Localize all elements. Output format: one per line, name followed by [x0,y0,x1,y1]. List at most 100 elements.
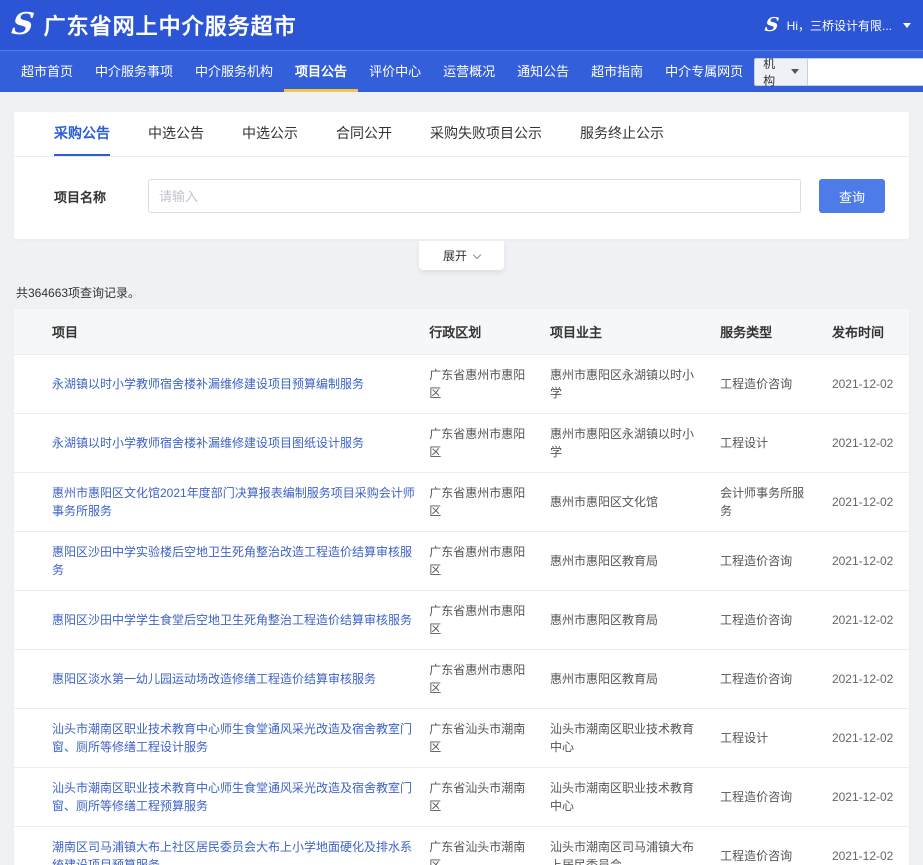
date-cell: 2021-12-02 [824,355,909,414]
nav-item[interactable]: 超市指南 [580,51,654,92]
expand-label: 展开 [443,247,467,264]
service-cell: 工程造价咨询 [712,591,824,650]
column-header: 服务类型 [712,309,824,355]
owner-cell: 汕头市潮南区司马浦镇大布上居民委员会 [542,827,712,865]
project-link[interactable]: 永湖镇以时小学教师宿舍楼补漏维修建设项目预算编制服务 [52,377,364,391]
project-link[interactable]: 惠阳区沙田中学学生食堂后空地卫生死角整治工程造价结算审核服务 [52,613,412,627]
column-header: 项目业主 [542,309,712,355]
nav-search-group: 机构 [754,51,923,92]
date-cell: 2021-12-02 [824,768,909,827]
main-nav: 超市首页中介服务事项中介服务机构项目公告评价中心运营概况通知公告超市指南中介专属… [0,50,923,92]
column-header: 发布时间 [824,309,909,355]
region-cell: 广东省惠州市惠阳区 [421,650,542,709]
chevron-down-icon [903,23,911,28]
region-cell: 广东省惠州市惠阳区 [421,473,542,532]
region-cell: 广东省汕头市潮南区 [421,768,542,827]
results-table-card: 项目行政区划项目业主服务类型发布时间 永湖镇以时小学教师宿舍楼补漏维修建设项目预… [14,309,909,865]
date-cell: 2021-12-02 [824,709,909,768]
table-row: 汕头市潮南区职业技术教育中心师生食堂通风采光改造及宿舍教室门窗、厕所等修缮工程设… [14,709,909,768]
table-row: 潮南区司马浦镇大布上社区居民委员会大布上小学地面硬化及排水系统建设项目预算服务广… [14,827,909,865]
project-cell: 惠阳区沙田中学学生食堂后空地卫生死角整治工程造价结算审核服务 [14,591,421,650]
service-cell: 工程造价咨询 [712,827,824,865]
owner-cell: 惠州市惠阳区教育局 [542,650,712,709]
tab[interactable]: 合同公开 [336,112,392,156]
user-logo-icon: S [764,16,780,35]
owner-cell: 汕头市潮南区职业技术教育中心 [542,768,712,827]
table-header-row: 项目行政区划项目业主服务类型发布时间 [14,309,909,355]
filter-card: 采购公告中选公告中选公示合同公开采购失败项目公示服务终止公示 项目名称 查询 [14,112,909,239]
table-row: 汕头市潮南区职业技术教育中心师生食堂通风采光改造及宿舍教室门窗、厕所等修缮工程预… [14,768,909,827]
owner-cell: 汕头市潮南区职业技术教育中心 [542,709,712,768]
tab[interactable]: 采购失败项目公示 [430,112,542,156]
table-row: 永湖镇以时小学教师宿舍楼补漏维修建设项目预算编制服务广东省惠州市惠阳区惠州市惠阳… [14,355,909,414]
search-category-value: 机构 [763,55,780,89]
owner-cell: 惠州市惠阳区教育局 [542,532,712,591]
project-link[interactable]: 惠阳区沙田中学实验楼后空地卫生死角整治改造工程造价结算审核服务 [52,545,412,577]
project-name-label: 项目名称 [54,187,148,206]
date-cell: 2021-12-02 [824,473,909,532]
nav-search-input[interactable] [808,58,923,86]
content: 采购公告中选公告中选公示合同公开采购失败项目公示服务终止公示 项目名称 查询 展… [0,112,923,865]
date-cell: 2021-12-02 [824,591,909,650]
nav-item[interactable]: 中介服务事项 [84,51,184,92]
nav-item[interactable]: 中介专属网页 [654,51,754,92]
tab[interactable]: 服务终止公示 [580,112,664,156]
query-button[interactable]: 查询 [819,179,885,213]
owner-cell: 惠州市惠阳区永湖镇以时小学 [542,355,712,414]
region-cell: 广东省汕头市潮南区 [421,709,542,768]
service-cell: 工程造价咨询 [712,768,824,827]
owner-cell: 惠州市惠阳区教育局 [542,591,712,650]
nav-item[interactable]: 超市首页 [10,51,84,92]
project-cell: 惠州市惠阳区文化馆2021年度部门决算报表编制服务项目采购会计师事务所服务 [14,473,421,532]
expand-button[interactable]: 展开 [419,241,504,270]
service-cell: 工程造价咨询 [712,650,824,709]
date-cell: 2021-12-02 [824,532,909,591]
table-row: 惠阳区沙田中学实验楼后空地卫生死角整治改造工程造价结算审核服务广东省惠州市惠阳区… [14,532,909,591]
service-cell: 工程造价咨询 [712,355,824,414]
table-row: 惠州市惠阳区文化馆2021年度部门决算报表编制服务项目采购会计师事务所服务广东省… [14,473,909,532]
nav-item[interactable]: 运营概况 [432,51,506,92]
project-cell: 惠阳区淡水第一幼儿园运动场改造修缮工程造价结算审核服务 [14,650,421,709]
service-cell: 会计师事务所服务 [712,473,824,532]
nav-item[interactable]: 通知公告 [506,51,580,92]
chevron-down-icon [473,250,481,258]
table-row: 惠阳区沙田中学学生食堂后空地卫生死角整治工程造价结算审核服务广东省惠州市惠阳区惠… [14,591,909,650]
project-link[interactable]: 汕头市潮南区职业技术教育中心师生食堂通风采光改造及宿舍教室门窗、厕所等修缮工程设… [52,722,412,754]
region-cell: 广东省惠州市惠阳区 [421,591,542,650]
nav-item[interactable]: 评价中心 [358,51,432,92]
nav-item[interactable]: 中介服务机构 [184,51,284,92]
results-summary: 共364663项查询记录。 [16,284,909,301]
nav-items: 超市首页中介服务事项中介服务机构项目公告评价中心运营概况通知公告超市指南中介专属… [10,51,754,92]
project-link[interactable]: 惠州市惠阳区文化馆2021年度部门决算报表编制服务项目采购会计师事务所服务 [52,486,415,518]
project-link[interactable]: 潮南区司马浦镇大布上社区居民委员会大布上小学地面硬化及排水系统建设项目预算服务 [52,840,412,865]
service-cell: 工程设计 [712,709,824,768]
project-name-input[interactable] [148,179,801,213]
results-table: 项目行政区划项目业主服务类型发布时间 永湖镇以时小学教师宿舍楼补漏维修建设项目预… [14,309,909,865]
project-link[interactable]: 惠阳区淡水第一幼儿园运动场改造修缮工程造价结算审核服务 [52,672,376,686]
project-link[interactable]: 永湖镇以时小学教师宿舍楼补漏维修建设项目图纸设计服务 [52,436,364,450]
column-header: 行政区划 [421,309,542,355]
chevron-down-icon [791,69,799,74]
project-link[interactable]: 汕头市潮南区职业技术教育中心师生食堂通风采光改造及宿舍教室门窗、厕所等修缮工程预… [52,781,412,813]
owner-cell: 惠州市惠阳区永湖镇以时小学 [542,414,712,473]
announcement-tabs: 采购公告中选公告中选公示合同公开采购失败项目公示服务终止公示 [14,112,909,157]
tab[interactable]: 采购公告 [54,112,110,156]
service-cell: 工程设计 [712,414,824,473]
project-cell: 潮南区司马浦镇大布上社区居民委员会大布上小学地面硬化及排水系统建设项目预算服务 [14,827,421,865]
search-category-select[interactable]: 机构 [754,58,808,86]
region-cell: 广东省惠州市惠阳区 [421,414,542,473]
region-cell: 广东省汕头市潮南区 [421,827,542,865]
date-cell: 2021-12-02 [824,827,909,865]
project-cell: 永湖镇以时小学教师宿舍楼补漏维修建设项目图纸设计服务 [14,414,421,473]
tab[interactable]: 中选公示 [242,112,298,156]
tab[interactable]: 中选公告 [148,112,204,156]
project-cell: 惠阳区沙田中学实验楼后空地卫生死角整治改造工程造价结算审核服务 [14,532,421,591]
nav-item[interactable]: 项目公告 [284,51,358,92]
table-row: 惠阳区淡水第一幼儿园运动场改造修缮工程造价结算审核服务 广东省惠州市惠阳区惠州市惠… [14,650,909,709]
filter-row: 项目名称 查询 [14,157,909,239]
user-menu[interactable]: S Hi，三桥设计有限... [765,16,911,35]
date-cell: 2021-12-02 [824,650,909,709]
date-cell: 2021-12-02 [824,414,909,473]
expand-wrap: 展开 [14,239,909,270]
topbar: S 广东省网上中介服务超市 S Hi，三桥设计有限... [0,0,923,50]
